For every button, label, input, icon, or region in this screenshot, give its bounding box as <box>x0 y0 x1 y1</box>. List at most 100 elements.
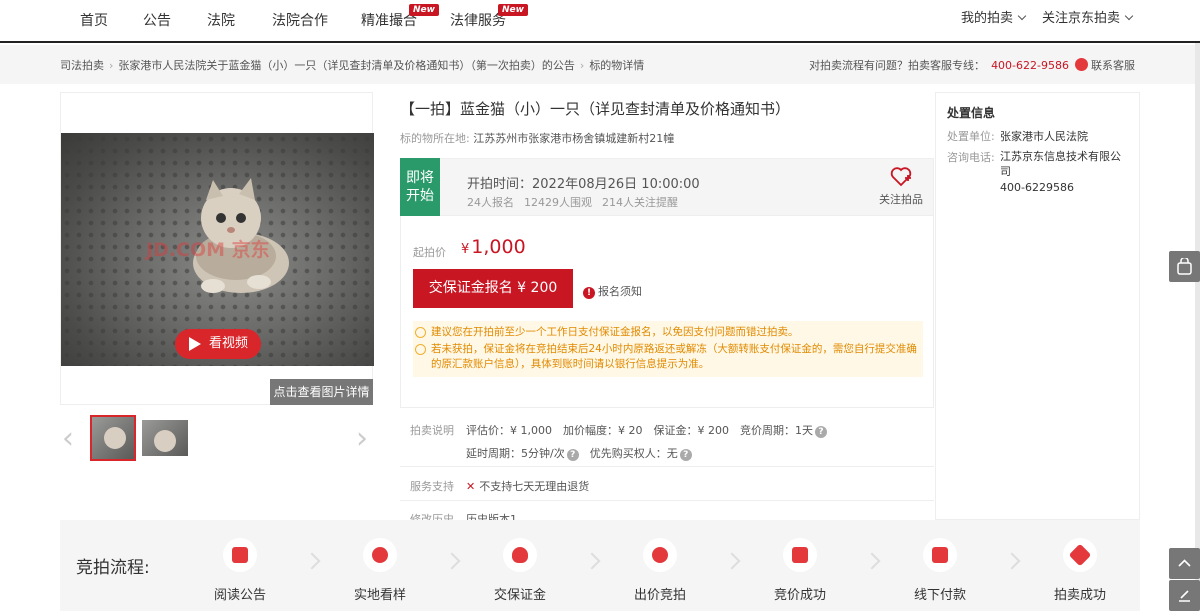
breadcrumb-item-announcement[interactable]: 张家港市人民法院关于蓝金猫（小）一只（详见查封清单及价格通知书）（第一次拍卖）的… <box>118 59 575 72</box>
currency-symbol: ¥ <box>461 242 470 257</box>
nav-legal-services[interactable]: 法律服务 New <box>450 4 528 30</box>
location-label: 标的物所在地: <box>400 132 470 145</box>
new-badge: New <box>409 4 439 16</box>
play-icon <box>189 337 201 351</box>
x-icon: ✕ <box>466 480 476 493</box>
question-icon[interactable]: ? <box>814 426 827 438</box>
priority-buyer: 优先购买权人：无 <box>589 447 678 460</box>
signup-count: 24人报名 <box>467 196 514 209</box>
chevron-down-icon <box>1124 11 1134 21</box>
auction-desc-values: 评估价：¥ 1,000 加价幅度：¥ 20 保证金：¥ 200 竞价周期：1天 <box>466 424 813 437</box>
page-scrollbar[interactable] <box>1195 43 1200 611</box>
start-price: ¥1,000 <box>461 236 526 258</box>
thumbnail-1[interactable] <box>90 415 136 461</box>
follow-item-button[interactable]: 关注拍品 <box>877 167 925 207</box>
lightbulb-icon <box>415 344 426 355</box>
step-label: 竞价成功 <box>773 588 826 603</box>
tip-item: 建议您在开拍前至少一个工作日支付保证金报名，以免因支付问题而错过拍卖。 <box>413 325 923 340</box>
new-badge: New <box>498 4 528 16</box>
thumbnail-cat <box>154 430 176 452</box>
nav-court-cooperation[interactable]: 法院合作 <box>272 10 328 30</box>
auction-desc-row2-values: 延时周期：5分钟/次? 优先购买权人：无? <box>466 445 692 461</box>
auction-info: 拍卖说明 评估价：¥ 1,000 加价幅度：¥ 20 保证金：¥ 200 竞价周… <box>400 408 934 526</box>
eye-icon <box>363 538 397 572</box>
heart-plus-icon <box>890 167 912 187</box>
breadcrumb-bar: 司法拍卖 › 张家港市人民法院关于蓝金猫（小）一只（详见查封清单及价格通知书）（第一… <box>0 45 1195 84</box>
chevron-right-icon <box>443 552 461 570</box>
help-line: 对拍卖流程有问题？拍卖客服专线： 400-622-9586 联系客服 <box>809 57 1135 73</box>
top-navigation: 首页 公告 法院 法院合作 精准撮合 New 法律服务 New 我的拍卖 关注京… <box>0 0 1200 43</box>
auction-status-bar: 即将 开始 开拍时间：2022年08月26日 10:00:00 24人报名 1242… <box>400 158 934 216</box>
chevron-right-icon <box>1003 552 1021 570</box>
step-auction-success: 拍卖成功 <box>1040 538 1120 603</box>
breadcrumb-separator: › <box>579 59 585 72</box>
auction-process: 竞拍流程: 阅读公告 实地看样 交保证金 出价竞拍 竞价成功 线下付款 拍卖成功 <box>60 520 1140 611</box>
tip-text-2: 若未获拍，保证金将在竞拍结束后24小时内原路返还或解冻（大额转账支付保证金的，需… <box>431 343 917 370</box>
customer-service-icon[interactable] <box>1075 58 1088 71</box>
thumbnail-next-arrow[interactable]: › <box>356 424 370 454</box>
disposal-unit-row: 处置单位: 张家港市人民法院 <box>947 128 1088 144</box>
service-value: ✕ 不支持七天无理由退货 <box>466 478 589 494</box>
signup-notice-link[interactable]: ! 报名须知 <box>583 283 642 299</box>
nav-home[interactable]: 首页 <box>80 10 108 30</box>
breadcrumb-item-judicial[interactable]: 司法拍卖 <box>60 59 104 72</box>
nav-matching[interactable]: 精准撮合 New <box>361 4 439 30</box>
nav-courts[interactable]: 法院 <box>207 10 235 30</box>
float-bag-button[interactable] <box>1169 251 1200 282</box>
hotline-phone: 400-622-9586 <box>991 59 1069 72</box>
auction-stats: 24人报名 12429人围观 214人关注提醒 <box>467 194 688 210</box>
step-label: 出价竞拍 <box>633 588 686 603</box>
nav-announcements[interactable]: 公告 <box>143 10 171 30</box>
main-product-photo[interactable]: JD.COM 京东 看视频 <box>61 133 374 366</box>
coin-icon <box>643 538 677 572</box>
service-text: 不支持七天无理由退货 <box>479 480 590 493</box>
step-label: 拍卖成功 <box>1053 588 1106 603</box>
thumbs-up-icon <box>783 538 817 572</box>
pay-deposit-signup-button[interactable]: 交保证金报名 ¥ 200 <box>413 269 573 308</box>
step-label: 线下付款 <box>913 588 966 603</box>
my-auction-menu[interactable]: 我的拍卖 <box>961 7 1027 26</box>
divider <box>400 500 934 501</box>
money-bag-icon <box>503 538 537 572</box>
process-title: 竞拍流程: <box>76 558 150 578</box>
watch-video-button[interactable]: 看视频 <box>175 329 261 359</box>
step-label: 实地看样 <box>353 588 406 603</box>
lightbulb-icon <box>415 327 426 338</box>
breadcrumb-item-detail: 标的物详情 <box>589 59 645 72</box>
thumbnail-2[interactable] <box>142 420 188 456</box>
deposit-tips: 建议您在开拍前至少一个工作日支付保证金报名，以免因支付问题而错过拍卖。 若未获拍… <box>413 321 923 377</box>
consult-phone-row: 咨询电话: 江苏京东信息技术有限公司 <box>947 149 1121 178</box>
question-icon[interactable]: ? <box>566 449 579 461</box>
disposal-unit-label: 处置单位: <box>947 130 995 143</box>
scroll-top-button[interactable] <box>1169 548 1200 579</box>
gavel-icon <box>1063 538 1097 572</box>
step-offline-payment: 线下付款 <box>900 538 980 603</box>
price-panel: 起拍价 ¥1,000 交保证金报名 ¥ 200 ! 报名须知 建议您在开拍前至少一… <box>400 216 934 408</box>
divider <box>400 466 934 467</box>
step-label: 交保证金 <box>493 588 546 603</box>
chevron-right-icon <box>583 552 601 570</box>
breadcrumb: 司法拍卖 › 张家港市人民法院关于蓝金猫（小）一只（详见查封清单及价格通知书）（第一… <box>60 57 644 73</box>
start-price-label: 起拍价 <box>413 246 446 259</box>
my-auction-label: 我的拍卖 <box>961 11 1014 26</box>
feedback-button[interactable] <box>1169 580 1200 611</box>
contact-service-link[interactable]: 联系客服 <box>1091 59 1135 72</box>
consult-phone-label: 咨询电话: <box>947 151 995 164</box>
location-value: 江苏苏州市张家港市杨舍镇城建新村21幢 <box>473 132 675 145</box>
view-count: 12429人围观 <box>524 196 592 209</box>
tip-item: 若未获拍，保证金将在竞拍结束后24小时内原路返还或解冻（大额转账支付保证金的，需… <box>413 342 923 372</box>
consult-phone-number: 400-6229586 <box>1000 181 1074 194</box>
status-line-1: 即将 <box>406 170 434 186</box>
start-time: 开拍时间：2022年08月26日 10:00:00 <box>467 177 700 192</box>
disposal-unit-value: 张家港市人民法院 <box>1000 130 1088 143</box>
question-icon[interactable]: ? <box>679 449 692 461</box>
reminder-count: 214人关注提醒 <box>602 196 678 209</box>
follow-jd-menu[interactable]: 关注京东拍卖 <box>1042 7 1134 26</box>
view-image-details-button[interactable]: 点击查看图片详情 <box>270 379 373 405</box>
wallet-icon <box>923 538 957 572</box>
chevron-right-icon <box>863 552 881 570</box>
thumbnail-prev-arrow[interactable]: ‹ <box>62 424 76 454</box>
chevron-down-icon <box>1017 11 1027 21</box>
chevron-up-icon <box>1178 559 1191 567</box>
step-bid-success: 竞价成功 <box>760 538 840 603</box>
